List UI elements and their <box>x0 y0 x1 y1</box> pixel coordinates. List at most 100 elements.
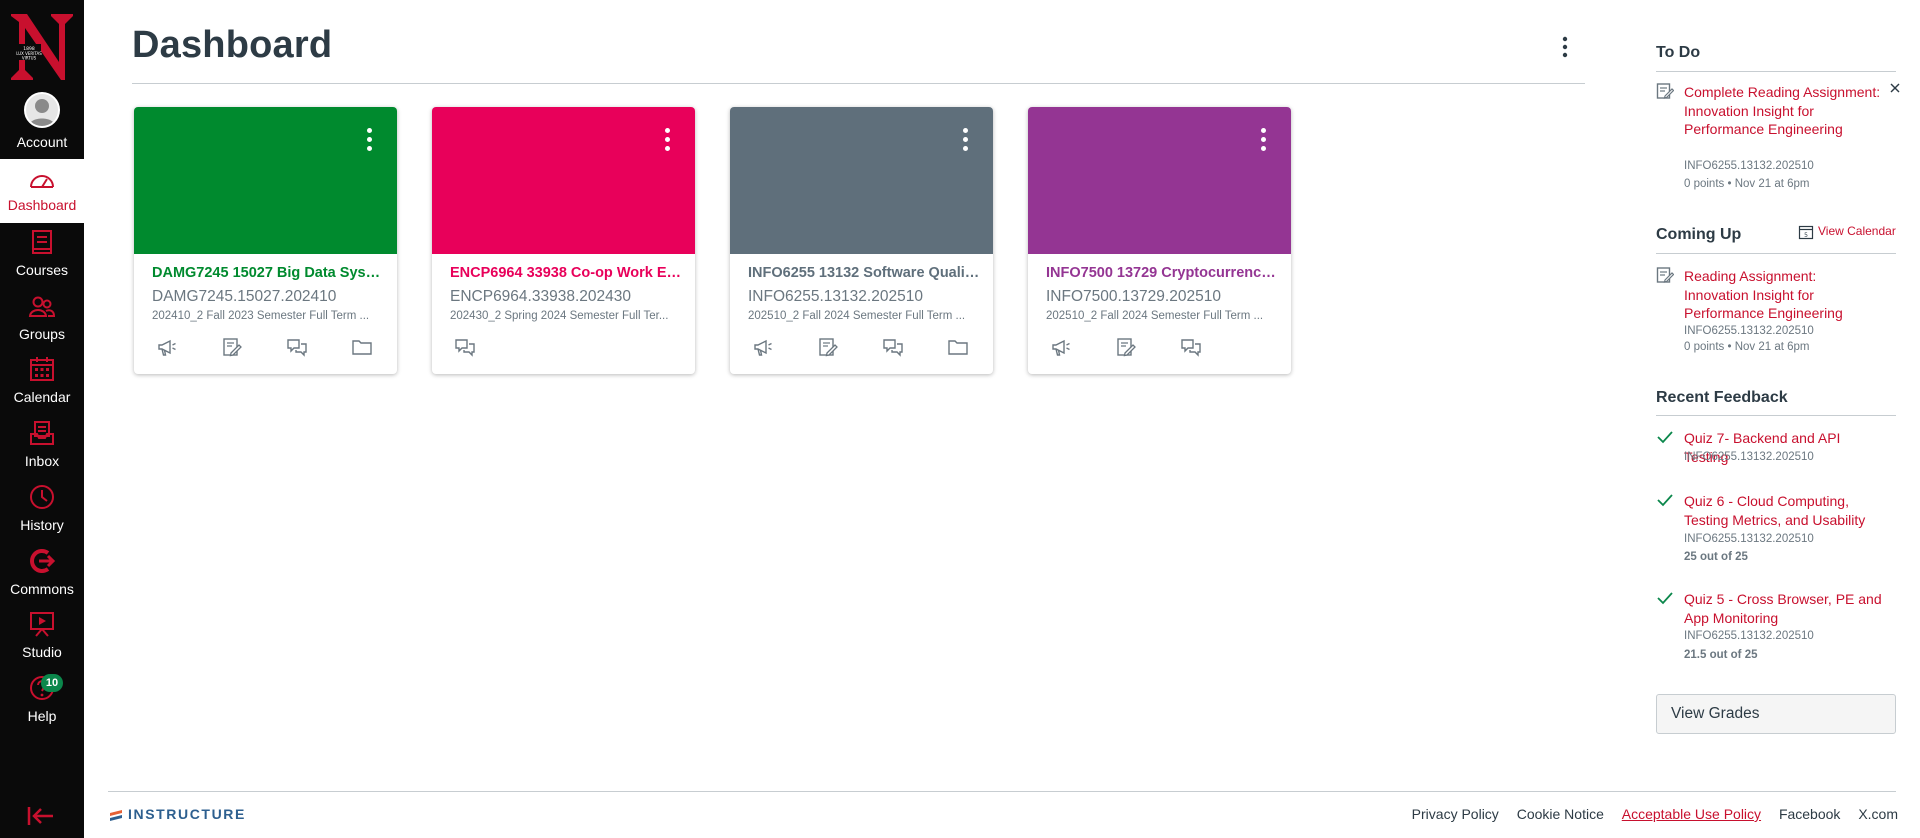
nav-courses-label: Courses <box>15 262 69 278</box>
feedback-item-score: 25 out of 25 <box>1684 551 1748 563</box>
course-card-header[interactable] <box>730 107 993 254</box>
nav-help-label: Help <box>27 708 57 724</box>
recent-feedback-heading: Recent Feedback <box>1656 389 1788 406</box>
assignments-icon[interactable] <box>817 336 839 358</box>
privacy-policy-link[interactable]: Privacy Policy <box>1412 806 1499 822</box>
card-options-button[interactable] <box>1257 128 1269 156</box>
facebook-link[interactable]: Facebook <box>1779 806 1840 822</box>
x-com-link[interactable]: X.com <box>1858 806 1898 822</box>
view-calendar-link[interactable]: View Calendar <box>1818 224 1896 238</box>
university-logo[interactable]: 1898 LUX VERITAS VIRTUS <box>7 10 77 82</box>
nav-courses[interactable]: Courses <box>0 228 84 290</box>
inbox-icon <box>30 421 54 445</box>
collapse-arrow-icon <box>27 807 53 825</box>
nav-calendar[interactable]: Calendar <box>0 355 84 417</box>
more-options-icon <box>1562 36 1568 58</box>
card-options-button[interactable] <box>363 128 375 156</box>
account-avatar <box>24 92 60 128</box>
cookie-notice-link[interactable]: Cookie Notice <box>1517 806 1604 822</box>
nav-studio-label: Studio <box>22 644 62 660</box>
course-card-header[interactable] <box>134 107 397 254</box>
course-card-header[interactable] <box>432 107 695 254</box>
course-card-code: INFO7500.13729.202510 <box>1046 288 1221 305</box>
course-card-code: ENCP6964.33938.202430 <box>450 288 631 305</box>
announcements-icon[interactable] <box>156 336 178 358</box>
discussions-icon[interactable] <box>454 336 476 358</box>
discussions-icon[interactable] <box>1180 336 1202 358</box>
files-icon[interactable] <box>351 336 373 358</box>
dashboard-icon <box>30 175 54 188</box>
checkmark-icon <box>1657 592 1673 605</box>
instructure-brand[interactable]: INSTRUCTURE <box>128 806 246 822</box>
nav-groups-label: Groups <box>19 326 65 342</box>
course-card-code: INFO6255.13132.202510 <box>748 288 923 305</box>
assignments-icon[interactable] <box>1115 336 1137 358</box>
dashboard-options-button[interactable] <box>1553 34 1577 60</box>
acceptable-use-policy-link[interactable]: Acceptable Use Policy <box>1622 806 1761 822</box>
nav-dashboard[interactable]: Dashboard <box>0 159 84 223</box>
coming-up-item-link[interactable]: Reading Assignment: Innovation Insight f… <box>1684 267 1884 323</box>
recent-feedback-divider <box>1656 415 1896 416</box>
assignment-icon <box>1656 83 1674 99</box>
announcements-icon[interactable] <box>752 336 774 358</box>
feedback-item-link[interactable]: Quiz 5 - Cross Browser, PE and App Monit… <box>1684 590 1884 627</box>
feedback-item-course: INFO6255.13132.202510 <box>1684 630 1814 642</box>
feedback-item-score: 21.5 out of 25 <box>1684 649 1758 661</box>
nav-help[interactable]: 10 Help <box>0 674 84 736</box>
nav-inbox-label: Inbox <box>24 453 60 469</box>
card-options-button[interactable] <box>661 128 673 156</box>
feedback-item-course: INFO6255.13132.202510 <box>1684 451 1814 463</box>
todo-heading: To Do <box>1656 44 1701 61</box>
todo-item-link[interactable]: Complete Reading Assignment: Innovation … <box>1684 83 1884 139</box>
groups-icon <box>28 296 56 317</box>
calendar-icon: 5 <box>1798 225 1814 240</box>
help-notification-badge: 10 <box>41 674 63 692</box>
assignment-icon <box>1656 267 1674 283</box>
course-card[interactable]: INFO6255 13132 Software Quality Control … <box>730 107 993 374</box>
feedback-item-link[interactable]: Quiz 6 - Cloud Computing, Testing Metric… <box>1684 492 1884 529</box>
nav-commons-label: Commons <box>10 581 74 597</box>
course-card-title[interactable]: INFO6255 13132 Software Quality Control <box>748 265 980 281</box>
collapse-nav-button[interactable] <box>26 805 56 827</box>
discussions-icon[interactable] <box>882 336 904 358</box>
global-nav: 1898 LUX VERITAS VIRTUS Account Dashboar… <box>0 0 84 838</box>
nav-groups[interactable]: Groups <box>0 292 84 354</box>
coming-up-item-course: INFO6255.13132.202510 <box>1684 325 1814 337</box>
nav-account[interactable]: Account <box>0 92 84 154</box>
title-divider <box>132 83 1585 84</box>
files-icon[interactable] <box>947 336 969 358</box>
svg-text:5: 5 <box>1804 232 1808 239</box>
nav-history[interactable]: History <box>0 483 84 545</box>
coming-up-item-meta: 0 points • Nov 21 at 6pm <box>1684 341 1810 353</box>
todo-divider <box>1656 71 1896 72</box>
coming-up-heading: Coming Up <box>1656 226 1742 243</box>
instructure-logo-icon[interactable] <box>108 808 124 824</box>
checkmark-icon <box>1657 494 1673 507</box>
course-card[interactable]: INFO7500 13729 Cryptocurrency Smart Cont… <box>1028 107 1291 374</box>
course-card-title[interactable]: INFO7500 13729 Cryptocurrency Smart Cont… <box>1046 265 1278 281</box>
history-icon <box>30 485 54 509</box>
discussions-icon[interactable] <box>286 336 308 358</box>
course-card[interactable]: ENCP6964 33938 Co-op Work Experience ENC… <box>432 107 695 374</box>
course-card-title[interactable]: ENCP6964 33938 Co-op Work Experience <box>450 265 682 281</box>
course-card-title[interactable]: DAMG7245 15027 Big Data Sys & Intel Anal… <box>152 265 384 281</box>
todo-item-meta: 0 points • Nov 21 at 6pm <box>1684 178 1810 190</box>
course-card[interactable]: DAMG7245 15027 Big Data Sys & Intel Anal… <box>134 107 397 374</box>
course-card-term: 202430_2 Spring 2024 Semester Full Ter..… <box>450 310 669 322</box>
assignments-icon[interactable] <box>221 336 243 358</box>
nav-studio[interactable]: Studio <box>0 610 84 672</box>
nav-inbox[interactable]: Inbox <box>0 419 84 481</box>
dismiss-todo-close-icon[interactable] <box>1889 82 1901 94</box>
announcements-icon[interactable] <box>1050 336 1072 358</box>
course-card-term: 202510_2 Fall 2024 Semester Full Term ..… <box>748 310 966 322</box>
courses-icon <box>32 230 52 254</box>
card-options-button[interactable] <box>959 128 971 156</box>
calendar-icon <box>30 357 54 381</box>
nav-commons[interactable]: Commons <box>0 547 84 609</box>
nav-dashboard-label: Dashboard <box>7 197 77 213</box>
footer-divider <box>108 791 1896 792</box>
view-grades-button[interactable]: View Grades <box>1656 694 1896 734</box>
page-title: Dashboard <box>132 24 333 66</box>
checkmark-icon <box>1657 431 1673 444</box>
course-card-header[interactable] <box>1028 107 1291 254</box>
